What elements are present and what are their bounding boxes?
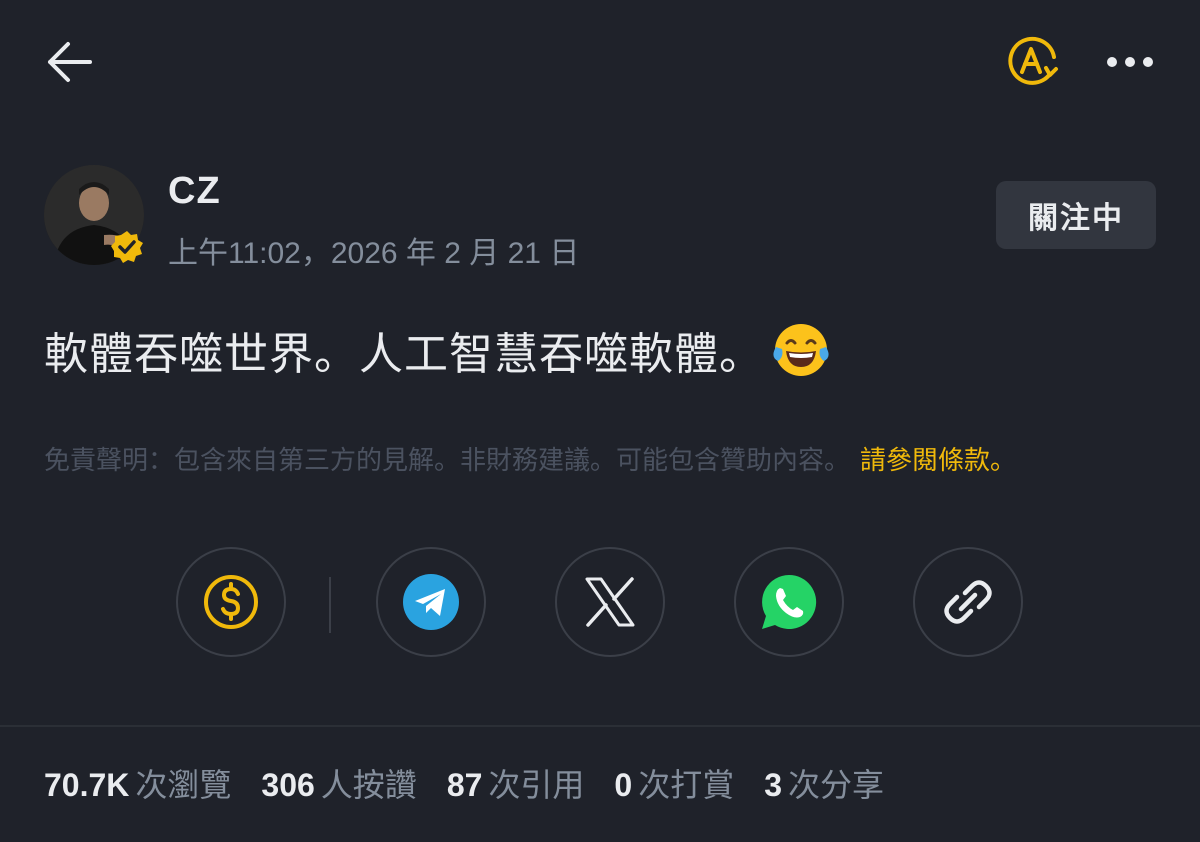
tip-dollar-icon bbox=[204, 575, 258, 629]
stat-tips[interactable]: 0 次打賞 bbox=[614, 760, 734, 806]
post-content: 軟體吞噬世界。人工智慧吞噬軟體。 bbox=[44, 318, 830, 382]
post-detail-page: CZ 上午11:02，2026 年 2 月 21 日 關注中 軟體吞噬世界。人工… bbox=[0, 0, 1200, 842]
share-x-button[interactable] bbox=[555, 547, 665, 657]
x-icon bbox=[585, 577, 635, 627]
verified-badge-icon bbox=[110, 230, 144, 264]
translate-icon[interactable] bbox=[1004, 35, 1060, 89]
section-divider bbox=[0, 725, 1200, 727]
follow-button[interactable]: 關注中 bbox=[996, 181, 1156, 249]
link-icon bbox=[944, 580, 992, 624]
share-divider bbox=[329, 577, 331, 633]
back-arrow-icon[interactable] bbox=[44, 40, 96, 84]
tip-button[interactable] bbox=[176, 547, 286, 657]
whatsapp-icon bbox=[762, 574, 817, 629]
more-options-icon[interactable] bbox=[1100, 44, 1160, 80]
copy-link-button[interactable] bbox=[913, 547, 1023, 657]
author-name[interactable]: CZ bbox=[168, 170, 221, 213]
disclaimer-text: 免責聲明：包含來自第三方的見解。非財務建議。可能包含贊助內容。 bbox=[44, 445, 851, 475]
stat-views[interactable]: 70.7K 次瀏覽 bbox=[44, 760, 231, 806]
disclaimer: 免責聲明：包含來自第三方的見解。非財務建議。可能包含贊助內容。 請參閱條款。 bbox=[44, 440, 1016, 477]
post-text: 軟體吞噬世界。人工智慧吞噬軟體。 bbox=[44, 330, 764, 379]
stat-shares[interactable]: 3 次分享 bbox=[764, 760, 884, 806]
stat-likes[interactable]: 306 人按讚 bbox=[261, 760, 416, 806]
tears-of-joy-emoji-icon bbox=[772, 321, 830, 379]
share-whatsapp-button[interactable] bbox=[734, 547, 844, 657]
share-telegram-button[interactable] bbox=[376, 547, 486, 657]
post-timestamp: 上午11:02，2026 年 2 月 21 日 bbox=[168, 237, 580, 270]
telegram-icon bbox=[403, 574, 459, 630]
stat-quotes[interactable]: 87 次引用 bbox=[447, 760, 585, 806]
terms-link[interactable]: 請參閱條款。 bbox=[860, 445, 1016, 475]
post-stats: 70.7K 次瀏覽 306 人按讚 87 次引用 0 次打賞 3 次分享 bbox=[44, 760, 884, 806]
